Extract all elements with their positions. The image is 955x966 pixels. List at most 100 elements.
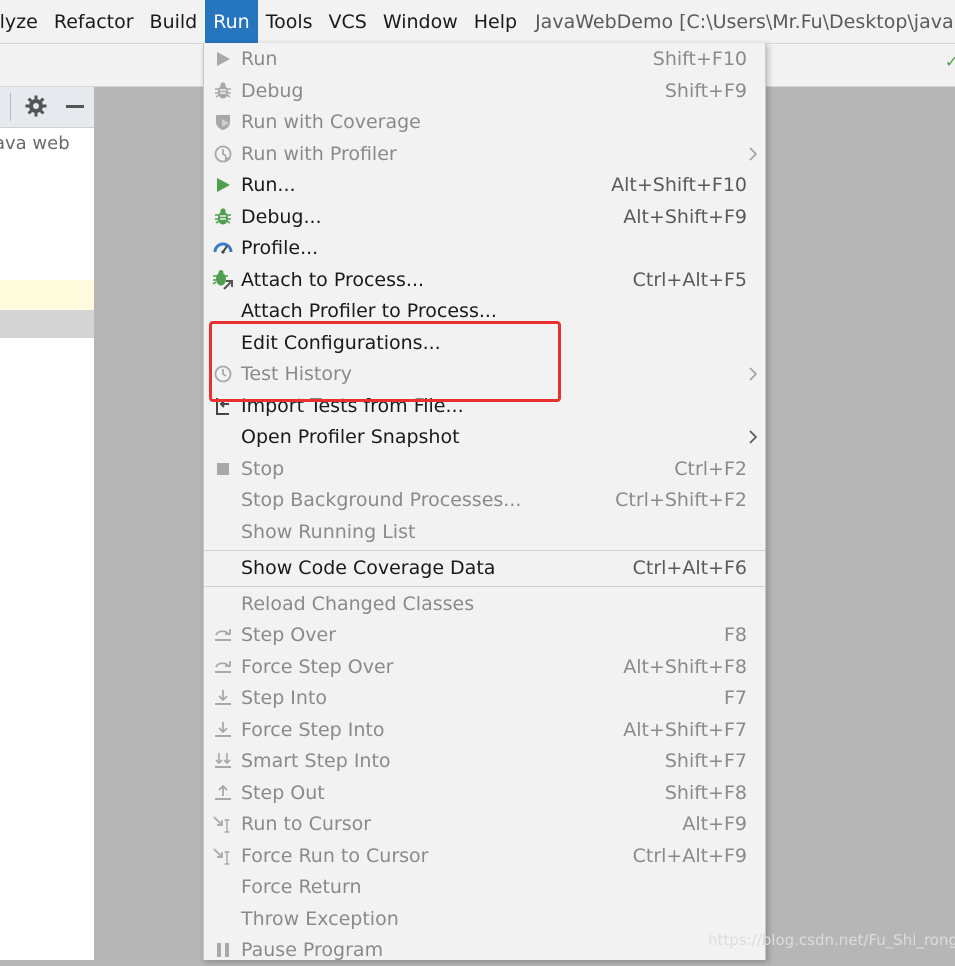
menu-item-step-over[interactable]: Step Over F8 bbox=[204, 620, 765, 651]
run-to-cursor-icon bbox=[212, 845, 234, 867]
menu-item-label: Profile... bbox=[241, 237, 319, 259]
menu-refactor[interactable]: Refactor bbox=[46, 0, 142, 43]
checkmark-icon[interactable]: ✓ bbox=[945, 52, 955, 66]
highlight-annotation-box bbox=[209, 321, 561, 402]
menu-help[interactable]: Help bbox=[466, 0, 525, 43]
menu-item-label: Pause Program bbox=[241, 939, 384, 961]
menu-analyze[interactable]: alyze bbox=[0, 0, 46, 43]
project-tree-item[interactable]: ava web bbox=[0, 133, 70, 154]
gear-icon[interactable] bbox=[24, 94, 48, 118]
menu-item-shortcut: Shift+F9 bbox=[664, 80, 747, 102]
menu-item-label: Step Over bbox=[241, 624, 336, 646]
menu-item-run[interactable]: Run Shift+F10 bbox=[204, 44, 765, 75]
menu-item-shortcut: Shift+F8 bbox=[664, 782, 747, 804]
menu-item-force-step-into[interactable]: Force Step Into Alt+Shift+F7 bbox=[204, 715, 765, 746]
play-icon bbox=[212, 174, 234, 196]
menu-build[interactable]: Build bbox=[142, 0, 206, 43]
menu-item-shortcut: Ctrl+Shift+F2 bbox=[615, 489, 747, 511]
play-icon bbox=[212, 48, 234, 70]
menu-item-stop[interactable]: Stop Ctrl+F2 bbox=[204, 454, 765, 485]
menu-item-profile[interactable]: Profile... bbox=[204, 233, 765, 264]
menu-item-label: Run bbox=[241, 48, 278, 70]
menu-item-shortcut: F8 bbox=[723, 624, 747, 646]
smart-step-into-icon bbox=[212, 750, 234, 772]
menu-item-label: Reload Changed Classes bbox=[241, 593, 475, 615]
step-out-icon bbox=[212, 782, 234, 804]
attach-bug-icon bbox=[212, 269, 234, 291]
menu-item-show-code-coverage-data[interactable]: Show Code Coverage Data Ctrl+Alt+F6 bbox=[204, 553, 765, 584]
menu-item-step-out[interactable]: Step Out Shift+F8 bbox=[204, 778, 765, 809]
menu-item-shortcut: Shift+F10 bbox=[652, 48, 747, 70]
menu-item-show-running-list[interactable]: Show Running List bbox=[204, 517, 765, 548]
menu-item-label: Stop bbox=[241, 458, 285, 480]
menu-item-throw-exception[interactable]: Throw Exception bbox=[204, 904, 765, 935]
run-menu-dropdown: Run Shift+F10 Debug Shift+F9 Run with Covera… bbox=[203, 43, 766, 961]
step-into-icon bbox=[212, 719, 234, 741]
menu-vcs[interactable]: VCS bbox=[321, 0, 375, 43]
menu-item-run[interactable]: Run... Alt+Shift+F10 bbox=[204, 170, 765, 201]
menu-item-shortcut: Ctrl+Alt+F5 bbox=[632, 269, 747, 291]
menu-item-label: Debug bbox=[241, 80, 304, 102]
chevron-right-icon bbox=[747, 145, 759, 163]
menu-item-label: Force Return bbox=[241, 876, 362, 898]
selected-row bbox=[0, 310, 94, 338]
bug-icon bbox=[212, 80, 234, 102]
run-to-cursor-icon bbox=[212, 813, 234, 835]
menu-item-run-with-coverage[interactable]: Run with Coverage bbox=[204, 107, 765, 138]
menu-item-label: Step Out bbox=[241, 782, 325, 804]
menu-item-label: Force Run to Cursor bbox=[241, 845, 429, 867]
menu-item-label: Run with Coverage bbox=[241, 111, 421, 133]
menu-separator bbox=[204, 550, 765, 551]
menu-item-label: Run to Cursor bbox=[241, 813, 372, 835]
menu-item-debug[interactable]: Debug Shift+F9 bbox=[204, 76, 765, 107]
menu-item-label: Run with Profiler bbox=[241, 143, 397, 165]
menu-item-reload-changed-classes[interactable]: Reload Changed Classes bbox=[204, 589, 765, 620]
menu-item-shortcut: Alt+Shift+F10 bbox=[611, 174, 747, 196]
menu-item-open-profiler-snapshot[interactable]: Open Profiler Snapshot bbox=[204, 422, 765, 453]
watermark: https://blog.csdn.net/Fu_Shi_rong bbox=[708, 931, 955, 949]
menu-item-shortcut: Alt+Shift+F9 bbox=[623, 206, 747, 228]
menu-item-label: Force Step Over bbox=[241, 656, 394, 678]
menu-run[interactable]: Run bbox=[205, 0, 258, 43]
menu-item-label: Debug... bbox=[241, 206, 322, 228]
menu-item-step-into[interactable]: Step Into F7 bbox=[204, 683, 765, 714]
menu-item-label: Show Code Coverage Data bbox=[241, 557, 496, 579]
menu-item-shortcut: Ctrl+F2 bbox=[674, 458, 747, 480]
coverage-shield-icon bbox=[212, 111, 234, 133]
menu-item-shortcut: Ctrl+Alt+F6 bbox=[632, 557, 747, 579]
menu-item-shortcut: Alt+F9 bbox=[682, 813, 747, 835]
menu-item-force-run-to-cursor[interactable]: Force Run to Cursor Ctrl+Alt+F9 bbox=[204, 841, 765, 872]
menu-item-stop-background-processes[interactable]: Stop Background Processes... Ctrl+Shift+F… bbox=[204, 485, 765, 516]
bug-icon bbox=[212, 206, 234, 228]
menu-item-run-with-profiler[interactable]: Run with Profiler bbox=[204, 139, 765, 170]
menu-item-run-to-cursor[interactable]: Run to Cursor Alt+F9 bbox=[204, 809, 765, 840]
step-over-icon bbox=[212, 624, 234, 646]
menu-window[interactable]: Window bbox=[375, 0, 466, 43]
menu-item-label: Stop Background Processes... bbox=[241, 489, 522, 511]
pause-icon bbox=[212, 939, 234, 961]
menu-item-force-return[interactable]: Force Return bbox=[204, 872, 765, 903]
menu-item-pause-program[interactable]: Pause Program bbox=[204, 935, 765, 966]
highlighted-row bbox=[0, 280, 94, 310]
project-panel: ava web bbox=[0, 87, 94, 960]
minimize-icon[interactable] bbox=[66, 105, 84, 108]
menu-item-debug[interactable]: Debug... Alt+Shift+F9 bbox=[204, 202, 765, 233]
menu-item-label: Show Running List bbox=[241, 521, 416, 543]
menu-item-label: Throw Exception bbox=[241, 908, 399, 930]
menu-item-shortcut: Shift+F7 bbox=[664, 750, 747, 772]
step-into-icon bbox=[212, 687, 234, 709]
menu-item-label: Run... bbox=[241, 174, 296, 196]
stop-square-icon bbox=[212, 458, 234, 480]
menu-bar: alyze Refactor Build Run Tools VCS Windo… bbox=[0, 0, 955, 44]
menu-item-force-step-over[interactable]: Force Step Over Alt+Shift+F8 bbox=[204, 652, 765, 683]
menu-item-smart-step-into[interactable]: Smart Step Into Shift+F7 bbox=[204, 746, 765, 777]
chevron-right-icon bbox=[747, 428, 759, 446]
menu-tools[interactable]: Tools bbox=[258, 0, 321, 43]
menu-item-label: Attach to Process... bbox=[241, 269, 425, 291]
menu-item-label: Open Profiler Snapshot bbox=[241, 426, 460, 448]
menu-item-attach-to-process[interactable]: Attach to Process... Ctrl+Alt+F5 bbox=[204, 265, 765, 296]
menu-item-shortcut: Ctrl+Alt+F9 bbox=[632, 845, 747, 867]
menu-separator bbox=[204, 586, 765, 587]
menu-item-label: Smart Step Into bbox=[241, 750, 391, 772]
menu-item-label: Force Step Into bbox=[241, 719, 385, 741]
